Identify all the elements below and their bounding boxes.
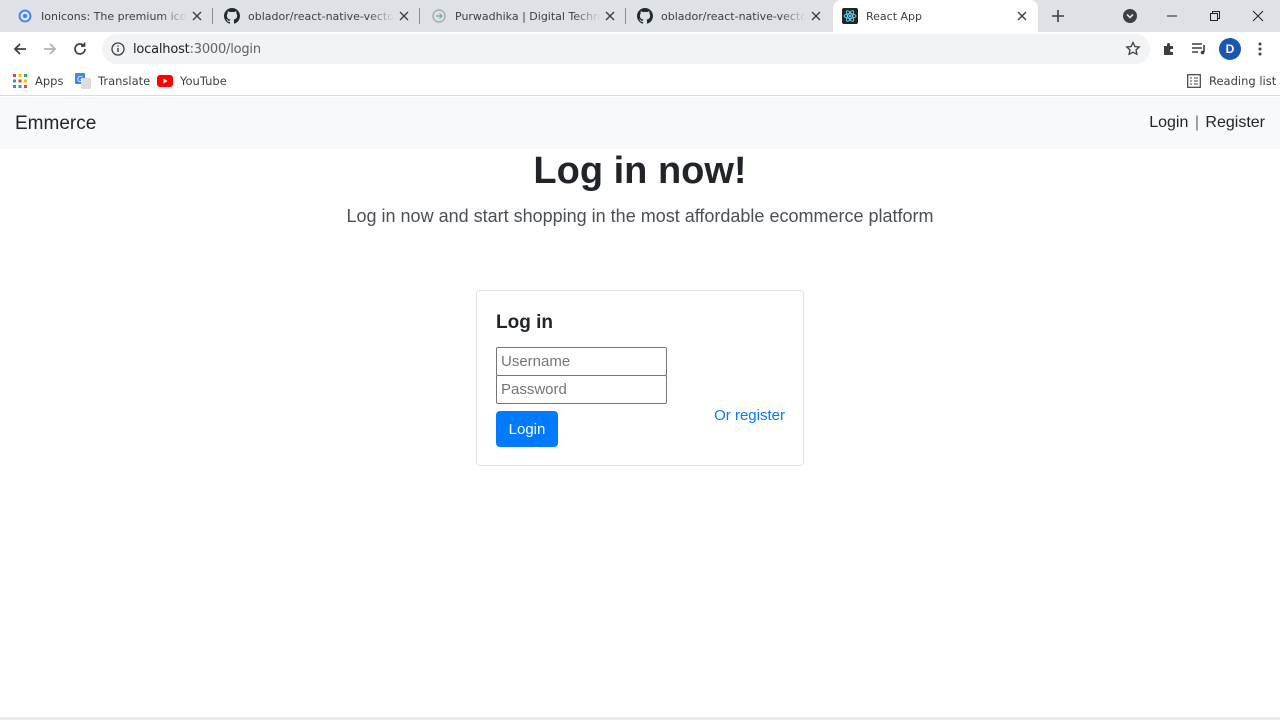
- tab-purwadhika[interactable]: Purwadhika | Digital Technology School: [420, 0, 626, 32]
- svg-text:G: G: [77, 75, 83, 84]
- site-navbar: Emmerce Login | Register: [0, 97, 1280, 149]
- minimize-button[interactable]: [1150, 0, 1194, 32]
- more-vert-icon: [1258, 42, 1262, 56]
- url-host: localhost: [133, 42, 190, 57]
- url-text[interactable]: localhost:3000/login: [133, 42, 261, 57]
- nav-links: Login | Register: [1149, 114, 1265, 132]
- reading-list-icon: [1186, 73, 1202, 89]
- tab-react-app[interactable]: React App: [833, 0, 1038, 32]
- bookmark-youtube[interactable]: YouTube: [157, 71, 227, 91]
- back-button[interactable]: [8, 37, 32, 61]
- react-icon: [842, 8, 858, 24]
- tab-github-1[interactable]: oblador/react-native-vector-icons: [213, 0, 420, 32]
- bookmark-translate[interactable]: G Translate: [75, 71, 150, 91]
- chevron-down-icon: [1123, 9, 1137, 23]
- tab-github-2[interactable]: oblador/react-native-vector-icons: [626, 0, 832, 32]
- restore-button[interactable]: [1193, 0, 1237, 32]
- login-button[interactable]: Login: [496, 411, 558, 447]
- nav-login-link[interactable]: Login: [1149, 114, 1188, 131]
- purwadhika-icon: [431, 8, 447, 24]
- plus-icon: [1052, 10, 1064, 22]
- info-icon[interactable]: [110, 41, 126, 57]
- address-bar[interactable]: localhost:3000/login: [102, 34, 1150, 64]
- tab-strip: Ionicons: The premium icon pack oblador/…: [0, 0, 1280, 32]
- password-input[interactable]: [496, 375, 667, 404]
- reload-icon: [74, 42, 86, 55]
- restore-icon: [1210, 11, 1220, 21]
- browser-toolbar: localhost:3000/login: [0, 32, 1280, 66]
- puzzle-icon: [1164, 43, 1173, 55]
- url-path: :3000/login: [189, 42, 262, 57]
- media-control-button[interactable]: [1187, 37, 1211, 61]
- tab-title: Ionicons: The premium icon pack: [41, 9, 187, 23]
- tab-ionicons[interactable]: Ionicons: The premium icon pack: [0, 0, 213, 32]
- username-input[interactable]: [496, 347, 667, 376]
- nav-separator: |: [1194, 114, 1199, 131]
- close-icon[interactable]: [600, 6, 620, 26]
- brand-logo[interactable]: Emmerce: [15, 113, 96, 135]
- register-link[interactable]: Or register: [714, 407, 785, 424]
- page-title: Log in now!: [533, 150, 747, 192]
- chrome-menu-button[interactable]: [1248, 37, 1272, 61]
- translate-icon: G: [75, 73, 91, 89]
- arrow-right-icon: [44, 43, 57, 55]
- bookmarks-bar: Apps G Translate YouTube Reading list: [0, 66, 1280, 96]
- close-icon[interactable]: [394, 6, 414, 26]
- bookmark-star-icon[interactable]: [1124, 40, 1142, 58]
- ionicons-icon: [17, 8, 33, 24]
- bookmark-label: Apps: [35, 74, 64, 88]
- reading-list-label: Reading list: [1209, 74, 1277, 88]
- github-icon: [637, 8, 653, 24]
- tab-title: React App: [866, 9, 923, 23]
- close-icon[interactable]: [806, 6, 826, 26]
- login-card-title: Log in: [496, 312, 553, 333]
- reading-list-button[interactable]: Reading list: [1186, 71, 1276, 91]
- minimize-icon: [1167, 15, 1177, 17]
- nav-register-link[interactable]: Register: [1205, 114, 1265, 131]
- youtube-icon: [157, 73, 173, 89]
- login-card: Log in Login Or register: [476, 290, 804, 466]
- window-close-button[interactable]: [1236, 0, 1280, 32]
- tab-search-button[interactable]: [1121, 7, 1139, 25]
- bookmark-label: Translate: [98, 74, 151, 88]
- bookmark-label: YouTube: [180, 74, 227, 88]
- close-icon: [1252, 10, 1264, 22]
- page-subtitle: Log in now and start shopping in the mos…: [346, 206, 934, 226]
- github-icon: [224, 8, 240, 24]
- apps-grid-icon: [12, 73, 28, 89]
- close-icon[interactable]: [187, 6, 207, 26]
- tab-title: oblador/react-native-vector-icons: [661, 9, 806, 23]
- new-tab-button[interactable]: [1048, 6, 1068, 26]
- bookmark-apps[interactable]: Apps: [12, 71, 63, 91]
- queue-music-icon: [1192, 43, 1205, 55]
- tab-title: oblador/react-native-vector-icons: [248, 9, 394, 23]
- extensions-button[interactable]: [1157, 37, 1181, 61]
- forward-button[interactable]: [38, 37, 62, 61]
- profile-avatar[interactable]: D: [1219, 38, 1241, 60]
- tab-title: Purwadhika | Digital Technology School: [455, 9, 600, 23]
- reload-button[interactable]: [68, 37, 92, 61]
- arrow-left-icon: [13, 43, 26, 55]
- close-icon[interactable]: [1012, 6, 1032, 26]
